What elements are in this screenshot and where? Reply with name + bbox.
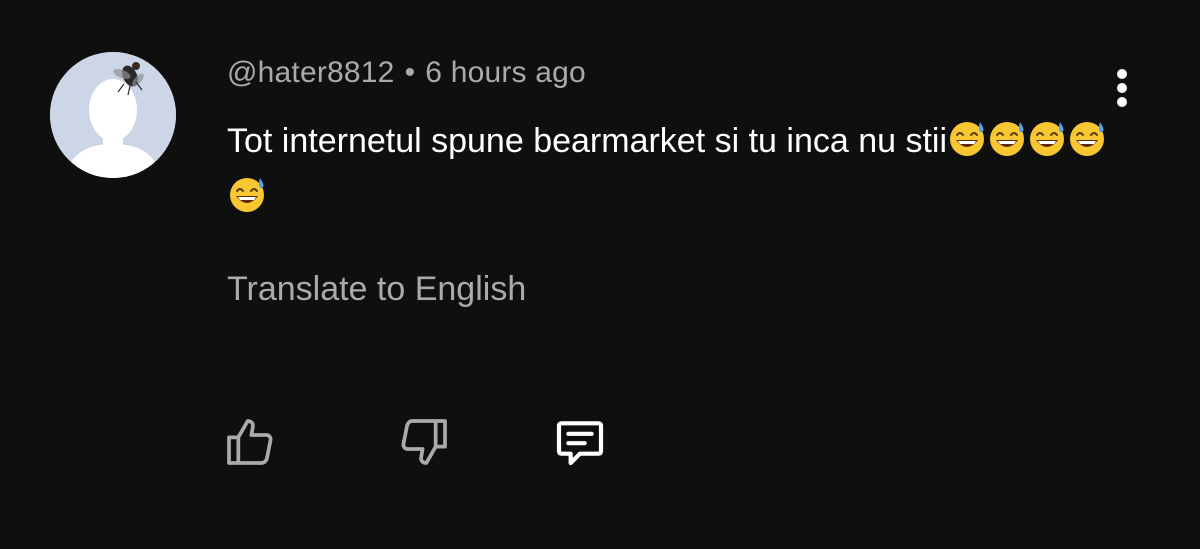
avatar[interactable] bbox=[50, 52, 176, 178]
author-name[interactable]: @hater8812 bbox=[227, 56, 395, 89]
thumb-down-icon bbox=[401, 419, 447, 465]
grinning-sweat-emoji-icon bbox=[990, 122, 1025, 156]
comment-text: Tot internetul spune bearmarket si tu in… bbox=[227, 122, 948, 160]
default-user-icon bbox=[50, 52, 176, 178]
grinning-sweat-emoji-icon bbox=[230, 178, 264, 212]
meta-separator: • bbox=[404, 56, 416, 89]
reply-button[interactable] bbox=[552, 414, 608, 470]
grinning-sweat-emoji-icon bbox=[1070, 122, 1105, 156]
thumb-up-icon bbox=[227, 419, 273, 465]
more-options-button[interactable] bbox=[1104, 66, 1140, 112]
like-button[interactable] bbox=[222, 414, 278, 470]
comment-body: Tot internetul spune bearmarket si tu in… bbox=[227, 113, 1127, 225]
dislike-button[interactable] bbox=[396, 414, 452, 470]
comment-meta: @hater8812 • 6 hours ago bbox=[227, 56, 586, 90]
translate-button[interactable]: Translate to English bbox=[227, 270, 526, 309]
grinning-sweat-emoji-icon bbox=[1030, 122, 1065, 156]
comment-icon bbox=[556, 421, 604, 466]
comment-thread: @hater8812 • 6 hours ago Tot internetul sp… bbox=[0, 0, 1200, 549]
grinning-sweat-emoji-icon bbox=[950, 122, 985, 156]
more-vert-icon bbox=[1117, 69, 1127, 107]
comment-time: 6 hours ago bbox=[425, 56, 586, 89]
